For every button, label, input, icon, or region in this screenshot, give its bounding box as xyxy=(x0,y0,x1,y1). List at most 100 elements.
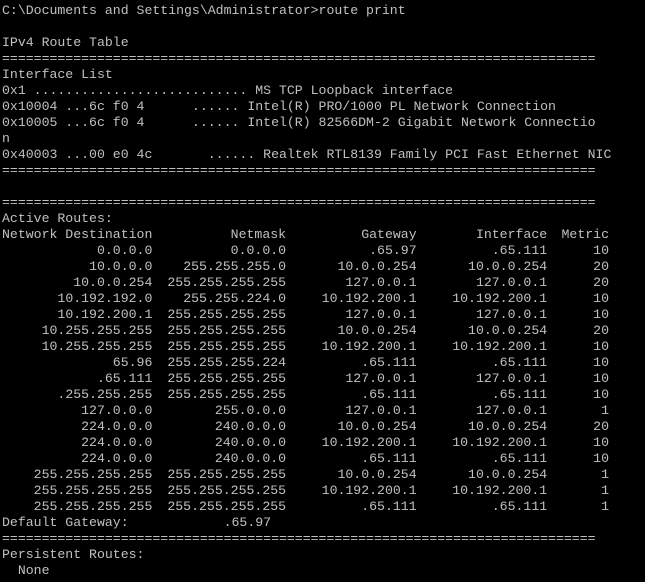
route-metric: 1 xyxy=(601,403,609,418)
route-row: 127.0.0.0 255.0.0.0 127.0.0.1 127.0.0.1 1 xyxy=(2,403,645,419)
route-metric: 10 xyxy=(593,339,609,354)
route-metric: 10 xyxy=(593,355,609,370)
route-interface: .65.111 xyxy=(491,243,548,258)
col-gateway: Gateway xyxy=(361,227,417,242)
col-netmask: Netmask xyxy=(230,227,287,242)
route-gateway: .65.111 xyxy=(361,451,417,466)
route-metric: 1 xyxy=(601,467,609,482)
route-row: 255.255.255.255 255.255.255.255 10.192.200… xyxy=(2,483,645,499)
route-metric: 10 xyxy=(593,451,609,466)
route-netmask: 255.255.255.255 xyxy=(167,307,287,322)
route-destination: .255.255.255 xyxy=(57,387,153,402)
col-network-destination: Network Destination xyxy=(2,227,153,242)
route-interface: 127.0.0.1 xyxy=(475,403,548,418)
route-row: 10.192.200.1 255.255.255.255 127.0.0.1 127.… xyxy=(2,307,645,323)
route-row: 255.255.255.255 255.255.255.255 .65.111 .65… xyxy=(2,499,645,515)
route-gateway: 10.192.200.1 xyxy=(321,435,417,450)
separator: ========================================… xyxy=(2,195,596,210)
active-routes-table: Network Destination Netmask Gateway Inte… xyxy=(2,227,645,515)
route-row: 10.192.192.0 255.255.224.0 10.192.200.1 10.… xyxy=(2,291,645,307)
route-netmask: 240.0.0.0 xyxy=(214,451,287,466)
route-metric: 20 xyxy=(593,323,609,338)
route-row: 10.0.0.0 255.255.255.0 10.0.0.254 10.0.0.25… xyxy=(2,259,645,275)
route-gateway: .65.111 xyxy=(361,355,417,370)
route-netmask: 0.0.0.0 xyxy=(230,243,287,258)
route-destination: 10.255.255.255 xyxy=(41,339,153,354)
route-metric: 10 xyxy=(593,435,609,450)
route-netmask: 255.255.224.0 xyxy=(183,291,287,306)
route-row: .255.255.255 255.255.255.255 .65.111 .65.11… xyxy=(2,387,645,403)
route-destination: 65.96 xyxy=(112,355,153,370)
route-netmask: 255.255.255.255 xyxy=(167,275,287,290)
route-metric: 20 xyxy=(593,275,609,290)
route-gateway: 127.0.0.1 xyxy=(345,275,417,290)
route-metric: 10 xyxy=(593,291,609,306)
route-gateway: 127.0.0.1 xyxy=(345,371,417,386)
route-gateway: 10.0.0.254 xyxy=(337,259,417,274)
route-metric: 1 xyxy=(601,483,609,498)
route-interface: 10.192.200.1 xyxy=(452,339,548,354)
route-netmask: 255.255.255.255 xyxy=(167,483,287,498)
route-metric: 10 xyxy=(593,307,609,322)
route-gateway: 10.0.0.254 xyxy=(337,419,417,434)
route-destination: 255.255.255.255 xyxy=(33,499,153,514)
route-interface: 127.0.0.1 xyxy=(475,371,548,386)
default-gateway-line: Default Gateway: .65.97 xyxy=(2,515,272,530)
route-row: 224.0.0.0 240.0.0.0 10.0.0.254 10.0.0.254 20 xyxy=(2,419,645,435)
interface-entry: 0x10004 ...6c f0 4 ...... Intel(R) PRO/1… xyxy=(2,99,556,114)
route-gateway: .65.111 xyxy=(361,499,417,514)
route-gateway: 10.192.200.1 xyxy=(321,291,417,306)
interface-entry: 0x1 ........................... MS TCP L… xyxy=(2,83,454,98)
route-netmask: 240.0.0.0 xyxy=(214,419,287,434)
route-metric: 10 xyxy=(593,371,609,386)
route-netmask: 255.255.255.224 xyxy=(167,355,287,370)
route-netmask: 255.255.255.255 xyxy=(167,339,287,354)
route-destination: 255.255.255.255 xyxy=(33,483,153,498)
route-row: 65.96 255.255.255.224 .65.111 .65.111 10 xyxy=(2,355,645,371)
route-gateway: 10.0.0.254 xyxy=(337,467,417,482)
route-destination: 224.0.0.0 xyxy=(81,419,153,434)
route-interface: 127.0.0.1 xyxy=(475,275,548,290)
route-destination: 10.0.0.0 xyxy=(89,259,153,274)
route-interface: 10.0.0.254 xyxy=(468,419,548,434)
route-gateway: 127.0.0.1 xyxy=(345,307,417,322)
route-netmask: 255.255.255.255 xyxy=(167,467,287,482)
route-destination: 255.255.255.255 xyxy=(33,467,153,482)
route-netmask: 255.255.255.255 xyxy=(167,371,287,386)
route-netmask: 255.255.255.255 xyxy=(167,323,287,338)
route-metric: 10 xyxy=(593,243,609,258)
route-netmask: 255.255.255.255 xyxy=(167,387,287,402)
route-row: 10.255.255.255 255.255.255.255 10.0.0.254 1… xyxy=(2,323,645,339)
route-gateway: 127.0.0.1 xyxy=(345,403,417,418)
route-gateway: .65.97 xyxy=(369,243,417,258)
interface-list-title: Interface List xyxy=(2,67,113,82)
command-line: C:\Documents and Settings\Administrator>… xyxy=(2,3,406,18)
route-gateway: .65.111 xyxy=(361,387,417,402)
route-row: 224.0.0.0 240.0.0.0 .65.111 .65.111 10 xyxy=(2,451,645,467)
route-row: 10.0.0.254 255.255.255.255 127.0.0.1 127.0.… xyxy=(2,275,645,291)
console-window[interactable]: C:\Documents and Settings\Administrator>… xyxy=(0,0,645,582)
route-interface: 10.0.0.254 xyxy=(468,323,548,338)
interface-entry: 0x10005 ...6c f0 4 ...... Intel(R) 82566… xyxy=(2,115,596,130)
route-netmask: 255.255.255.0 xyxy=(183,259,287,274)
route-netmask: 240.0.0.0 xyxy=(214,435,287,450)
route-interface: 127.0.0.1 xyxy=(475,307,548,322)
route-interface: .65.111 xyxy=(491,355,548,370)
route-gateway: 10.0.0.254 xyxy=(337,323,417,338)
route-netmask: 255.0.0.0 xyxy=(214,403,287,418)
route-destination: 10.255.255.255 xyxy=(41,323,153,338)
route-metric: 20 xyxy=(593,259,609,274)
route-interface: .65.111 xyxy=(491,387,548,402)
col-interface: Interface xyxy=(475,227,548,242)
route-interface: 10.192.200.1 xyxy=(452,435,548,450)
route-interface: 10.0.0.254 xyxy=(468,259,548,274)
route-interface: .65.111 xyxy=(491,499,548,514)
interface-entry: 0x40003 ...00 e0 4c ...... Realtek RTL81… xyxy=(2,147,612,162)
interface-entry-wrap: n xyxy=(2,131,10,146)
route-interface: .65.111 xyxy=(491,451,548,466)
route-destination: 127.0.0.0 xyxy=(81,403,153,418)
route-destination: 0.0.0.0 xyxy=(96,243,153,258)
route-destination: 10.0.0.254 xyxy=(73,275,153,290)
